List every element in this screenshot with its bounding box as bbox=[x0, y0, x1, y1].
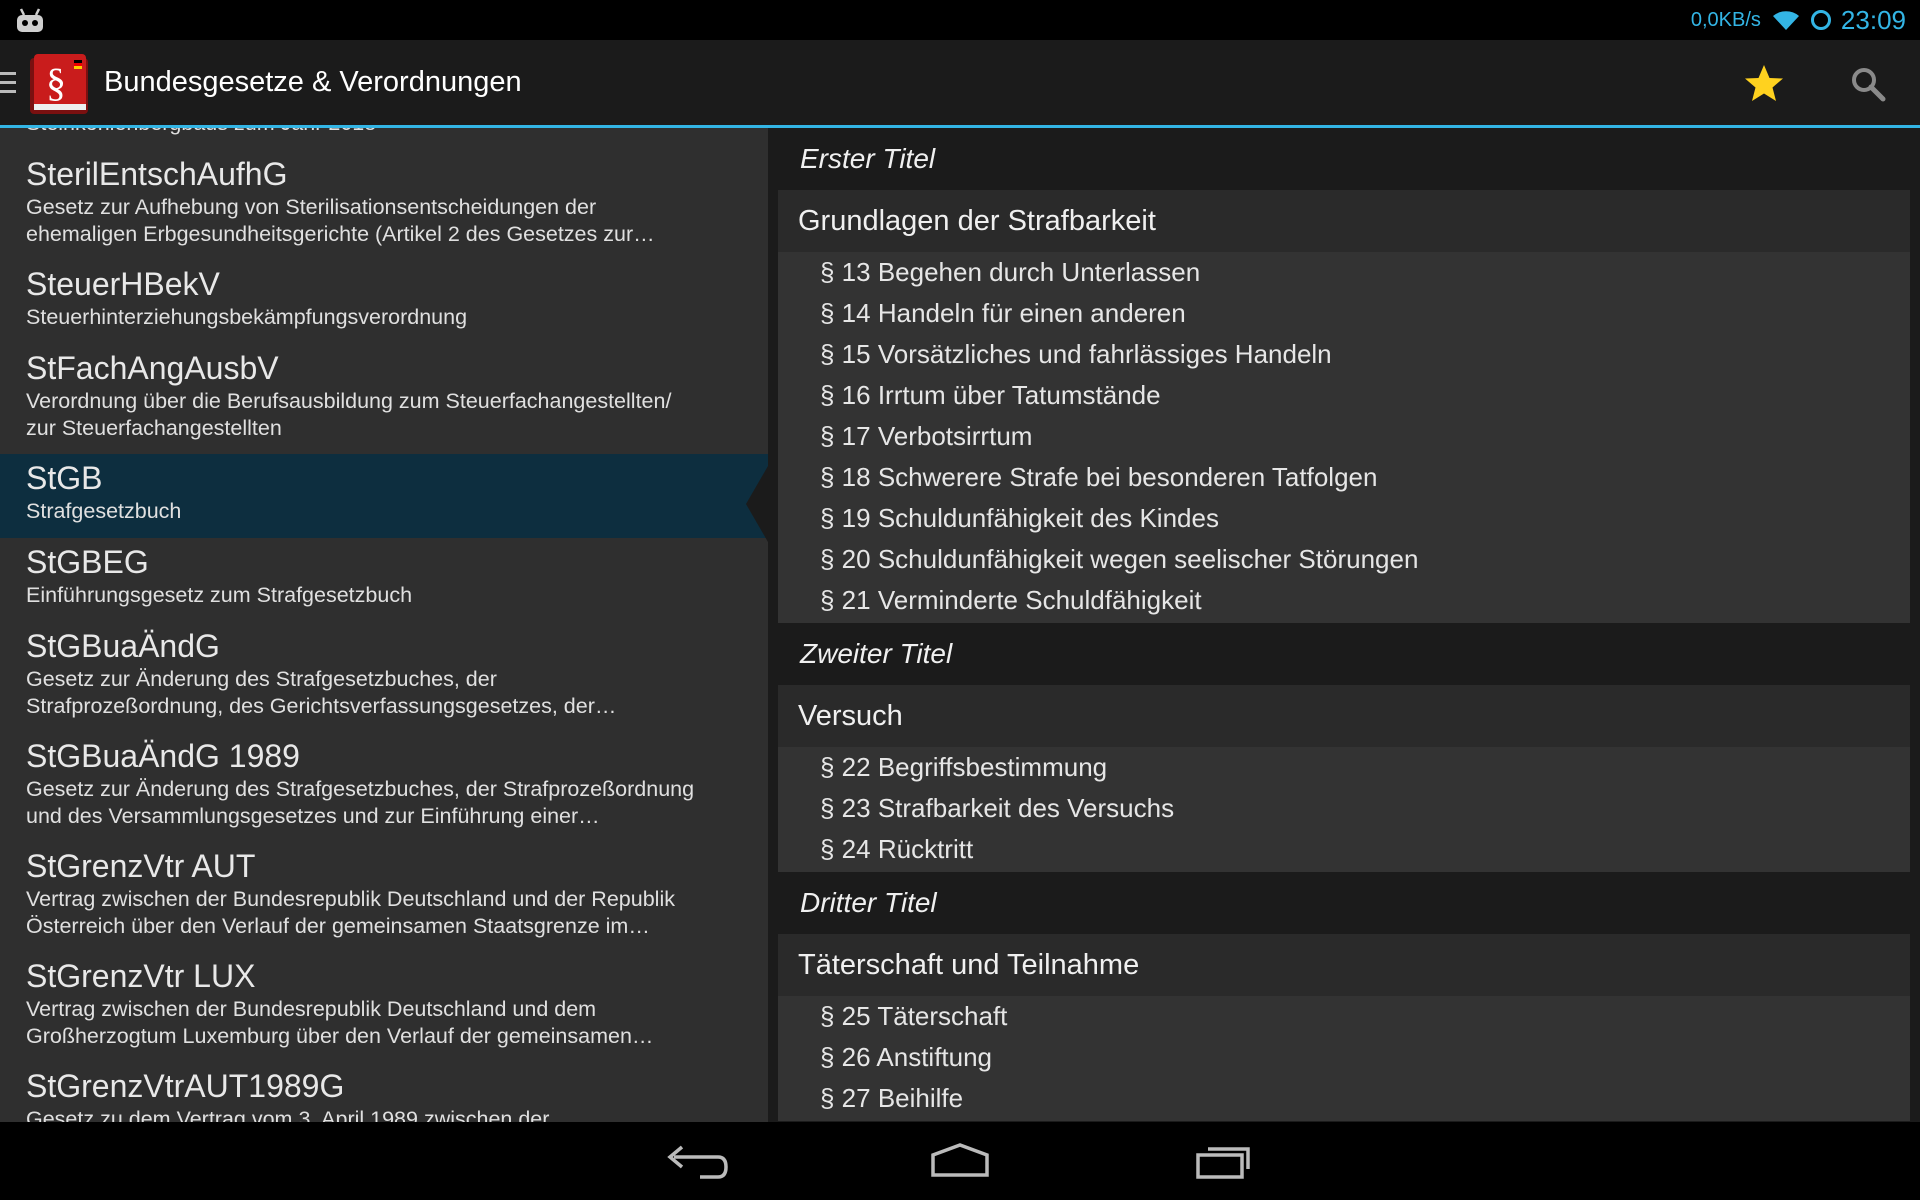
paragraph-item[interactable]: § 22 Begriffsbestimmung bbox=[778, 747, 1910, 788]
law-abbreviation: StGrenzVtrAUT1989G bbox=[26, 1068, 345, 1104]
app-logo-icon[interactable]: § bbox=[26, 52, 92, 116]
law-abbreviation: StFachAngAusbV bbox=[26, 350, 279, 386]
law-description: Gesetz zur Änderung des Strafgesetzbuche… bbox=[26, 667, 497, 691]
law-abbreviation: StGB bbox=[26, 460, 103, 496]
title-header: Erster Titel bbox=[800, 143, 936, 174]
paragraph-item[interactable]: § 20 Schuldunfähigkeit wegen seelischer … bbox=[778, 539, 1910, 580]
home-icon[interactable] bbox=[925, 1139, 995, 1183]
law-description: Steinkohlenbergbaus zum Jahr 2018 bbox=[26, 128, 742, 137]
paragraph-item[interactable]: § 18 Schwerere Strafe bei besonderen Tat… bbox=[778, 457, 1910, 498]
law-abbreviation: StGBuaÄndG 1989 bbox=[26, 738, 300, 774]
sync-icon bbox=[1810, 10, 1831, 30]
section-group: Täterschaft und Teilnahme § 25 Täterschaf… bbox=[778, 934, 1910, 1121]
page-title: Bundesgesetze & Verordnungen bbox=[104, 66, 522, 98]
android-icon bbox=[17, 8, 43, 32]
net-speed: 0,0KB/s bbox=[1690, 8, 1761, 31]
selection-indicator bbox=[746, 466, 768, 542]
clock: 23:09 bbox=[1840, 4, 1906, 35]
law-abbreviation: StGrenzVtr AUT bbox=[26, 848, 256, 884]
law-description: Einführungsgesetz zum Strafgesetzbuch bbox=[26, 583, 413, 607]
law-list-item[interactable]: StGBuaÄndG Gesetz zur Änderung des Strafg… bbox=[0, 622, 768, 732]
law-description: Gesetz zur Aufhebung von Sterilisationse… bbox=[26, 195, 597, 219]
law-list-item[interactable]: StGrenzVtrAUT1989G Gesetz zu dem Vertrag … bbox=[0, 1062, 768, 1122]
favorite-star-icon[interactable] bbox=[1742, 62, 1786, 106]
law-abbreviation: StGBEG bbox=[26, 544, 149, 580]
svg-text:§: § bbox=[46, 60, 66, 105]
law-list-item[interactable]: StGBEG Einführungsgesetz zum Strafgesetzb… bbox=[0, 538, 768, 622]
back-icon[interactable] bbox=[660, 1139, 730, 1183]
wifi-icon bbox=[1772, 11, 1799, 31]
paragraph-item[interactable]: § 21 Verminderte Schuldfähigkeit bbox=[778, 580, 1910, 621]
action-bar: § Bundesgesetze & Verordnungen bbox=[0, 40, 1920, 128]
law-list-item[interactable]: StFachAngAusbV Verordnung über die Berufs… bbox=[0, 344, 768, 454]
law-description: zur Steuerfachangestellten bbox=[26, 416, 282, 440]
law-list-item[interactable]: StGBuaÄndG 1989 Gesetz zur Änderung des S… bbox=[0, 732, 768, 842]
drawer-icon[interactable] bbox=[0, 72, 16, 94]
paragraph-item[interactable]: § 16 Irrtum über Tatumstände bbox=[778, 375, 1910, 416]
navigation-bar bbox=[0, 1122, 1920, 1200]
search-icon[interactable] bbox=[1848, 64, 1888, 104]
section-name[interactable]: Grundlagen der Strafbarkeit bbox=[778, 190, 1910, 252]
section-group: Grundlagen der Strafbarkeit § 13 Begehen … bbox=[778, 190, 1910, 623]
paragraph-list: § 25 Täterschaft § 26 Anstiftung § 27 Beih… bbox=[778, 996, 1910, 1121]
paragraph-item[interactable]: § 27 Beihilfe bbox=[778, 1078, 1910, 1119]
paragraph-item[interactable]: § 15 Vorsätzliches und fahrlässiges Hand… bbox=[778, 334, 1910, 375]
law-list-item[interactable]: SteuerHBekV Steuerhinterziehungsbekämpfun… bbox=[0, 260, 768, 344]
law-description: Großherzogtum Luxemburg über den Verlauf… bbox=[26, 1024, 654, 1048]
paragraph-item[interactable]: § 26 Anstiftung bbox=[778, 1037, 1910, 1078]
recents-icon[interactable] bbox=[1190, 1139, 1260, 1183]
title-header: Zweiter Titel bbox=[800, 638, 953, 669]
law-description: ehemaligen Erbgesundheitsgerichte (Artik… bbox=[26, 222, 655, 246]
section-group: Versuch § 22 Begriffsbestimmung § 23 Straf… bbox=[778, 685, 1910, 872]
toc-pane[interactable]: Erster Titel Grundlagen der Strafbarkeit §… bbox=[768, 128, 1920, 1122]
paragraph-list: § 13 Begehen durch Unterlassen § 14 Hande… bbox=[778, 252, 1910, 623]
law-description: Vertrag zwischen der Bundesrepublik Deut… bbox=[26, 887, 675, 911]
paragraph-item[interactable]: § 13 Begehen durch Unterlassen bbox=[778, 252, 1910, 293]
law-description: Strafprozeßordnung, des Gerichtsverfassu… bbox=[26, 694, 617, 718]
law-abbreviation: SteuerHBekV bbox=[26, 266, 220, 302]
section-name[interactable]: Täterschaft und Teilnahme bbox=[778, 934, 1910, 996]
law-abbreviation: StGrenzVtr LUX bbox=[26, 958, 256, 994]
section-name[interactable]: Versuch bbox=[778, 685, 1910, 747]
law-list-item[interactable]: SterilEntschAufhG Gesetz zur Aufhebung vo… bbox=[0, 150, 768, 260]
paragraph-list: § 22 Begriffsbestimmung § 23 Strafbarkeit… bbox=[778, 747, 1910, 872]
law-abbreviation: StGBuaÄndG bbox=[26, 628, 220, 664]
law-description: Verordnung über die Berufsausbildung zum… bbox=[26, 389, 672, 413]
law-list-item[interactable]: Steinkohlenbergbaus zum Jahr 2018 bbox=[0, 128, 768, 150]
law-description: Steuerhinterziehungsbekämpfungsverordnun… bbox=[26, 305, 468, 329]
law-list-item[interactable]: StGrenzVtr AUT Vertrag zwischen der Bunde… bbox=[0, 842, 768, 952]
law-list[interactable]: Steinkohlenbergbaus zum Jahr 2018 SterilE… bbox=[0, 128, 768, 1122]
paragraph-item[interactable]: § 19 Schuldunfähigkeit des Kindes bbox=[778, 498, 1910, 539]
paragraph-item[interactable]: § 17 Verbotsirrtum bbox=[778, 416, 1910, 457]
paragraph-item[interactable]: § 23 Strafbarkeit des Versuchs bbox=[778, 788, 1910, 829]
law-list-item[interactable]: StGB Strafgesetzbuch bbox=[0, 454, 768, 538]
paragraph-item[interactable]: § 24 Rücktritt bbox=[778, 829, 1910, 870]
law-description: Vertrag zwischen der Bundesrepublik Deut… bbox=[26, 997, 597, 1021]
law-description: Gesetz zu dem Vertrag vom 3. April 1989 … bbox=[26, 1107, 550, 1122]
title-header: Dritter Titel bbox=[800, 887, 937, 918]
paragraph-item[interactable]: § 14 Handeln für einen anderen bbox=[778, 293, 1910, 334]
law-description: Österreich über den Verlauf der gemeinsa… bbox=[26, 914, 650, 938]
status-bar: 0,0KB/s 23:09 bbox=[0, 0, 1920, 40]
law-description: Strafgesetzbuch bbox=[26, 499, 182, 523]
law-list-item[interactable]: StGrenzVtr LUX Vertrag zwischen der Bunde… bbox=[0, 952, 768, 1062]
law-description: und des Versammlungsgesetzes und zur Ein… bbox=[26, 804, 600, 828]
law-abbreviation: SterilEntschAufhG bbox=[26, 156, 288, 192]
paragraph-item[interactable]: § 25 Täterschaft bbox=[778, 996, 1910, 1037]
law-description: Gesetz zur Änderung des Strafgesetzbuche… bbox=[26, 777, 695, 801]
